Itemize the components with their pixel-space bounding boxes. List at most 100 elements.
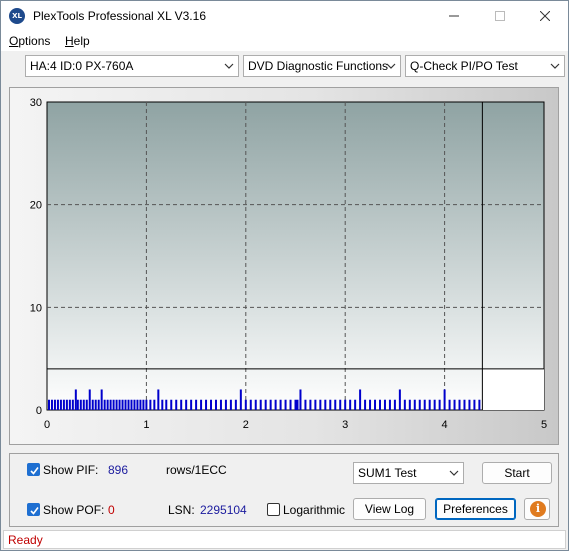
data-bar: [109, 399, 112, 410]
data-bar: [329, 399, 332, 410]
data-bar: [88, 389, 91, 410]
data-bar: [133, 399, 136, 410]
data-bar: [309, 399, 312, 410]
x-tick-label: 2: [243, 419, 249, 431]
data-bar: [269, 399, 272, 410]
window-title: PlexTools Professional XL V3.16: [33, 9, 206, 23]
x-tick-label: 5: [541, 419, 547, 431]
data-bar: [354, 399, 357, 410]
chevron-down-icon: [550, 63, 560, 69]
function-select[interactable]: DVD Diagnostic Functions: [243, 55, 401, 77]
data-bar: [200, 399, 203, 410]
data-bar: [170, 399, 173, 410]
data-bar: [205, 399, 208, 410]
close-button[interactable]: [522, 1, 568, 31]
data-bar: [79, 399, 82, 410]
sum-test-select[interactable]: SUM1 Test: [353, 462, 464, 484]
data-bar: [319, 399, 322, 410]
checkmark-icon: [30, 467, 39, 475]
menu-options-rest: ptions: [18, 34, 51, 48]
lsn-value: 2295104: [200, 503, 247, 517]
data-bar: [388, 399, 391, 410]
data-bar: [47, 399, 50, 410]
maximize-icon: [495, 11, 505, 21]
data-bar: [185, 399, 188, 410]
data-bar: [234, 399, 237, 410]
data-bar: [118, 399, 121, 410]
data-bar: [139, 399, 142, 410]
control-panel: Show PIF: 896 rows/1ECC SUM1 Test Start …: [9, 453, 559, 527]
data-bar: [349, 399, 352, 410]
data-bar: [249, 399, 252, 410]
data-bar: [161, 399, 164, 410]
x-tick-label: 3: [342, 419, 348, 431]
data-bar: [299, 389, 302, 410]
data-bar: [195, 399, 198, 410]
logarithmic-checkbox[interactable]: [267, 503, 280, 516]
data-bar: [428, 399, 431, 410]
menu-help[interactable]: Help: [65, 34, 90, 48]
show-pof-checkbox[interactable]: [27, 503, 40, 516]
data-bar: [112, 399, 115, 410]
test-select[interactable]: Q-Check PI/PO Test: [405, 55, 565, 77]
data-bar: [339, 399, 342, 410]
maximize-button[interactable]: [477, 1, 523, 31]
data-bar: [473, 399, 476, 410]
data-bar: [165, 399, 168, 410]
data-bar: [153, 399, 156, 410]
data-bar: [458, 399, 461, 410]
data-bar: [259, 399, 262, 410]
data-bar: [229, 399, 232, 410]
close-icon: [540, 11, 550, 21]
menu-options[interactable]: Options: [9, 34, 50, 48]
pif-unit: rows/1ECC: [166, 463, 227, 477]
chevron-down-icon: [386, 63, 396, 69]
data-bar: [254, 399, 257, 410]
data-bar: [289, 399, 292, 410]
data-bar: [239, 389, 242, 410]
data-bar: [304, 399, 307, 410]
pif-value: 896: [108, 463, 129, 477]
data-bar: [214, 399, 217, 410]
minimize-button[interactable]: [431, 1, 477, 31]
data-bar: [115, 399, 118, 410]
data-bar: [130, 399, 133, 410]
preferences-button[interactable]: Preferences: [435, 498, 516, 520]
start-button[interactable]: Start: [482, 462, 552, 484]
chevron-down-icon: [449, 470, 459, 476]
data-bar: [294, 399, 297, 410]
sum-test-select-value: SUM1 Test: [358, 466, 417, 480]
data-bar: [76, 399, 79, 410]
x-tick-label: 4: [442, 419, 448, 431]
data-bar: [53, 399, 56, 410]
y-tick-label: 30: [30, 97, 42, 109]
data-bar: [279, 399, 282, 410]
data-bar: [453, 399, 456, 410]
view-log-button[interactable]: View Log: [353, 498, 426, 520]
info-button[interactable]: i: [524, 498, 550, 520]
drive-select[interactable]: HA:4 ID:0 PX-760A: [25, 55, 239, 77]
data-bar: [413, 399, 416, 410]
show-pif-label: Show PIF:: [43, 463, 99, 477]
test-select-value: Q-Check PI/PO Test: [410, 59, 518, 73]
logarithmic-label: Logarithmic: [283, 503, 346, 517]
data-bar: [82, 399, 85, 410]
data-bar: [124, 399, 127, 410]
data-bar: [71, 399, 74, 410]
data-bar: [65, 399, 68, 410]
menu-bar: Options Help: [1, 31, 568, 51]
data-bar: [433, 399, 436, 410]
checkmark-icon: [30, 507, 39, 515]
data-bar: [463, 399, 466, 410]
data-bar: [97, 399, 100, 410]
data-bar: [103, 399, 106, 410]
chart-panel: 0 1 2 3 4 5 0 10 20 30: [9, 87, 559, 445]
pi-po-chart: 0 1 2 3 4 5 0 10 20 30: [30, 97, 547, 431]
data-bar: [219, 399, 222, 410]
data-bar: [68, 399, 71, 410]
show-pif-checkbox[interactable]: [27, 463, 40, 476]
data-bar: [374, 399, 377, 410]
data-bar: [448, 399, 451, 410]
data-bar: [443, 389, 446, 410]
data-bar: [324, 399, 327, 410]
